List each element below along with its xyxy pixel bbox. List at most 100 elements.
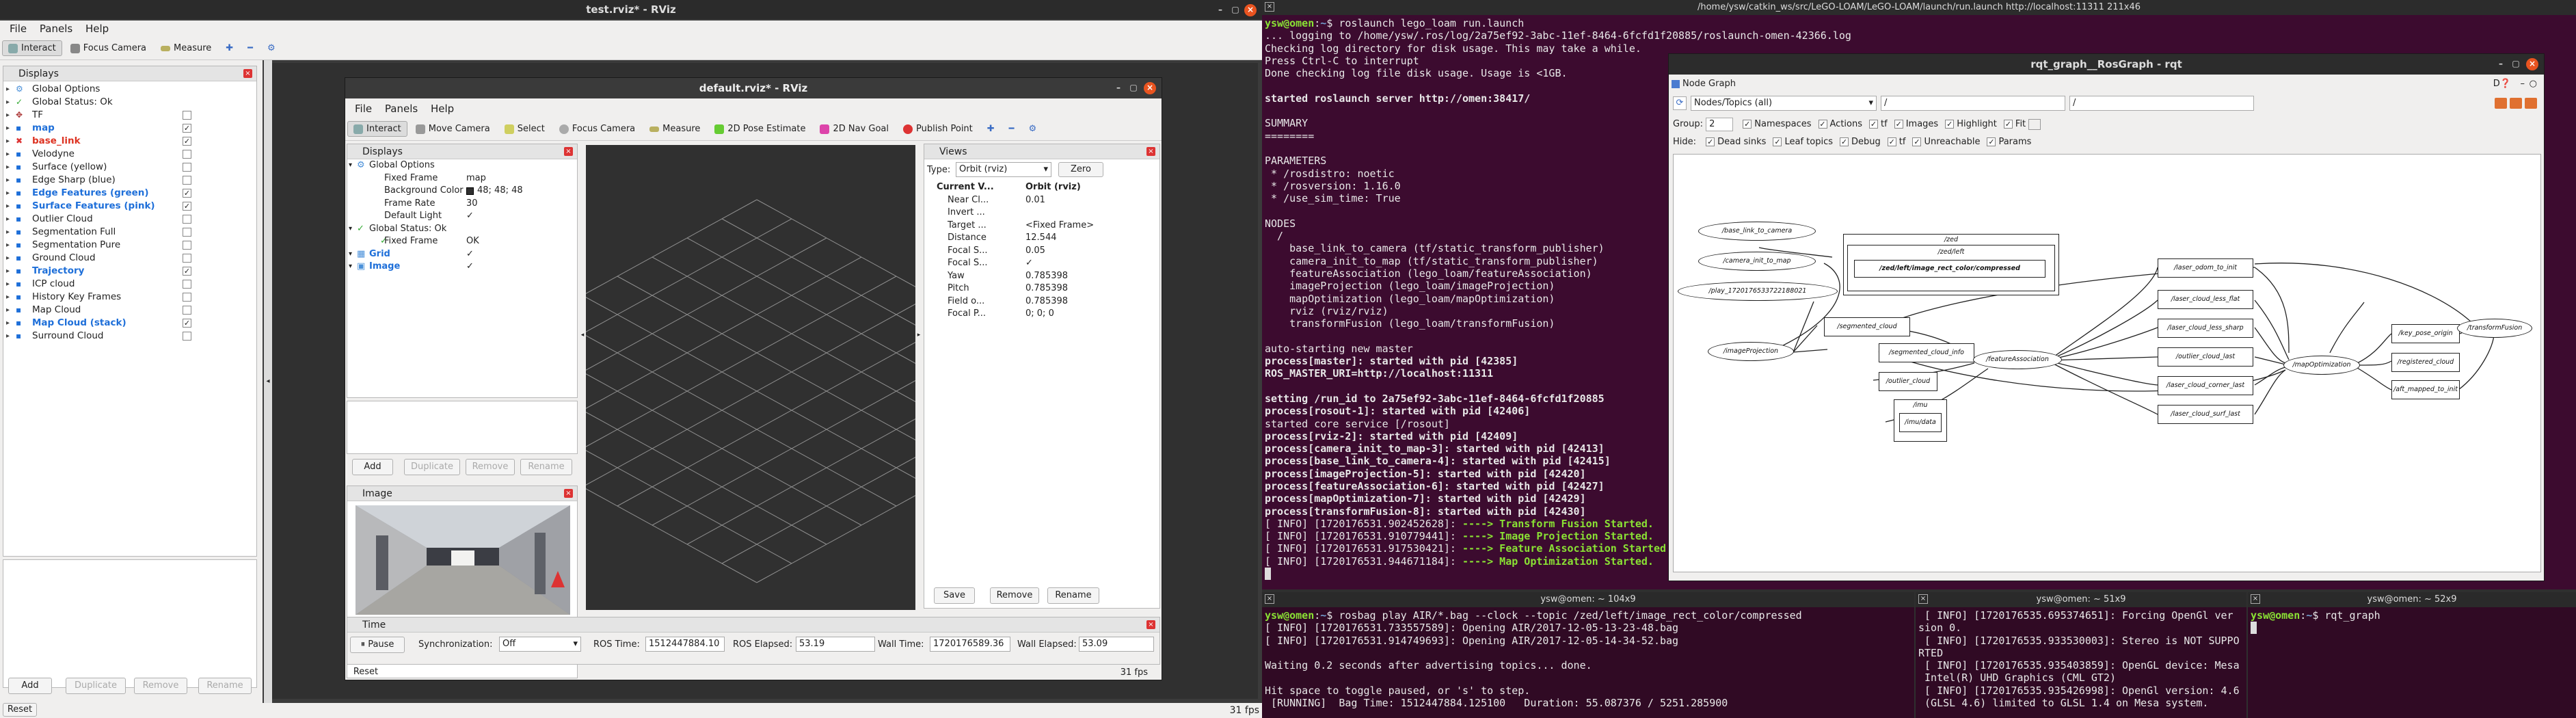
option-checkbox[interactable]: ✓ Leaf topics [1773, 137, 1833, 147]
inner-display-value[interactable]: 48; 48; 48 [477, 185, 523, 198]
expand-arrow-icon[interactable]: ▸ [6, 161, 10, 174]
menu-file[interactable]: File [10, 23, 27, 35]
inner-focus-camera-button[interactable]: Focus Camera [553, 121, 641, 137]
inner-reset-button[interactable]: Reset [348, 666, 384, 680]
rqt-graph-close-icon[interactable]: × [2251, 594, 2260, 604]
zero-button[interactable]: Zero [1058, 162, 1103, 177]
inner-display-value[interactable]: ✓ [466, 261, 474, 274]
rosbag-close-icon[interactable]: × [1265, 594, 1274, 604]
option-checkbox[interactable]: ✓ Actions [1818, 119, 1862, 129]
expand-arrow-icon[interactable]: ▸ [6, 109, 10, 122]
display-item[interactable]: ▸ ▪ Segmentation Full [3, 226, 256, 239]
node-map-optimization[interactable]: /mapOptimization [2283, 356, 2360, 375]
display-enable-checkbox[interactable] [183, 111, 191, 120]
views-remove-button[interactable]: Remove [990, 587, 1039, 604]
inner-display-value[interactable]: OK [466, 235, 479, 248]
node-base-link-to-camera[interactable]: /base_link_to_camera [1698, 222, 1816, 241]
inner-display-value[interactable]: ✓ [466, 210, 474, 223]
inner-tool-settings-button[interactable]: ⚙ [1023, 121, 1043, 137]
topic-key-pose-origin[interactable]: /key_pose_origin [2391, 324, 2460, 343]
topic-segmented-cloud-info[interactable]: /segmented_cloud_info [1879, 343, 1974, 362]
checkbox-icon[interactable]: ✓ [1840, 137, 1849, 146]
fit-view-icon[interactable] [2028, 118, 2041, 130]
topic-laser-cloud-surf-last[interactable]: /laser_cloud_surf_last [2158, 405, 2253, 424]
inner-menu-help[interactable]: Help [431, 103, 454, 115]
nav-goal-button[interactable]: 2D Nav Goal [814, 121, 895, 137]
refresh-icon[interactable]: ⟳ [1673, 96, 1687, 110]
views-type-select[interactable]: Orbit (rviz) ▾ [956, 162, 1051, 177]
option-checkbox[interactable]: ✓ Unreachable [1912, 137, 1980, 147]
display-enable-checkbox[interactable]: ✓ [183, 124, 191, 133]
terminal-rosbag[interactable]: ysw@omen: ~ 104x9 × ysw@omen:~$ rosbag pl… [1262, 592, 1914, 718]
inner-add-button[interactable]: Add [352, 459, 393, 475]
expand-arrow-icon[interactable]: ▸ [6, 291, 10, 304]
terminal-rqt-log[interactable]: ysw@omen: ~ 51x9 × [ INFO] [1720176535.69… [1916, 592, 2246, 718]
inner-titlebar[interactable]: default.rviz* - RViz – ▢ × [345, 78, 1162, 98]
rqt-minimize-icon[interactable]: – [2495, 58, 2507, 70]
main-terminal-titlebar[interactable]: /home/ysw/catkin_ws/src/LeGO-LOAM/LeGO-L… [1262, 0, 2576, 15]
topic-outlier-cloud-last[interactable]: /outlier_cloud_last [2158, 347, 2253, 367]
views-property-row[interactable]: Current V... Orbit (rviz) [924, 181, 1159, 194]
views-property-value[interactable]: ✓ [1025, 257, 1033, 270]
inner-menu-panels[interactable]: Panels [385, 103, 418, 115]
rviz-main-titlebar[interactable]: test.rviz* - RViz – ▢ × [0, 0, 1262, 19]
expand-arrow-icon[interactable]: ▸ [6, 226, 10, 239]
menu-panels[interactable]: Panels [40, 23, 72, 35]
inner-measure-button[interactable]: Measure [643, 121, 706, 137]
display-enable-checkbox[interactable]: ✓ [183, 319, 191, 328]
expand-arrow-icon[interactable]: ▾ [349, 261, 352, 274]
inner-display-value[interactable]: 30 [466, 198, 478, 211]
checkbox-icon[interactable]: ✓ [1987, 137, 1996, 146]
display-enable-checkbox[interactable] [183, 150, 191, 159]
inner-duplicate-button[interactable]: Duplicate [404, 459, 460, 475]
option-checkbox[interactable]: ✓ Highlight [1945, 119, 1997, 129]
option-checkbox[interactable]: ✓ Fit [2003, 119, 2026, 129]
topic-outlier-cloud[interactable]: /outlier_cloud [1879, 372, 1937, 391]
tool-settings-button[interactable]: ⚙ [261, 40, 282, 56]
topic-registered-cloud[interactable]: /registered_cloud [2391, 353, 2460, 372]
publish-point-button[interactable]: Publish Point [897, 121, 979, 137]
views-property-row[interactable]: Distance 12.544 [924, 232, 1159, 245]
minimize-icon[interactable]: – [1214, 4, 1226, 16]
views-property-value[interactable]: 0.785398 [1025, 282, 1068, 295]
color-swatch[interactable] [466, 187, 474, 195]
display-item[interactable]: ▸ ▪ Ground Cloud [3, 252, 256, 265]
inner-display-row[interactable]: ▾ ▦ Grid ✓ [347, 248, 577, 261]
close-panel-icon[interactable]: × [243, 69, 252, 78]
views-property-value[interactable]: 0.785398 [1025, 270, 1068, 283]
image-panel-close-icon[interactable]: × [564, 489, 573, 498]
rename-display-button[interactable]: Rename [198, 678, 252, 694]
views-close-icon[interactable]: × [1146, 147, 1155, 156]
display-enable-checkbox[interactable] [183, 163, 191, 172]
topic-imu-data[interactable]: /imu/data [1899, 413, 1942, 432]
option-checkbox[interactable]: ✓ Namespaces [1743, 119, 1812, 129]
plugin-help-icon[interactable]: D❓ [2493, 77, 2511, 91]
expand-arrow-icon[interactable]: ▸ [6, 122, 10, 135]
topic-laser-cloud-less-flat[interactable]: /laser_cloud_less_flat [2158, 290, 2253, 309]
expand-arrow-icon[interactable]: ▸ [6, 148, 10, 161]
topic-aft-mapped-to-init[interactable]: /aft_mapped_to_init [2391, 380, 2460, 399]
interact-button[interactable]: Interact [2, 40, 62, 56]
display-item[interactable]: ▸ ▪ Outlier Cloud [3, 213, 256, 226]
display-item[interactable]: ▸ ▪ Surround Cloud [3, 330, 256, 343]
topic-zed-left-compressed[interactable]: /zed/left/image_rect_color/compressed [1854, 260, 2045, 278]
save-dot-icon[interactable] [2510, 98, 2522, 109]
rqt-log-close-icon[interactable]: × [1918, 594, 1928, 604]
display-item[interactable]: ▸ ✓ Global Status: Ok [3, 96, 256, 109]
display-enable-checkbox[interactable]: ✓ [183, 189, 191, 198]
checkbox-icon[interactable]: ✓ [1869, 120, 1879, 129]
rqt-titlebar[interactable]: rqt_graph__RosGraph - rqt – ▢ × [1669, 54, 2544, 75]
display-item[interactable]: ▸ ✖ base_link ✓ [3, 135, 256, 148]
views-property-value[interactable]: <Fixed Frame> [1025, 220, 1094, 232]
display-enable-checkbox[interactable]: ✓ [183, 267, 191, 276]
node-image-projection[interactable]: /imageProjection [1708, 342, 1794, 361]
measure-button[interactable]: Measure [155, 40, 217, 56]
pause-button[interactable]: ⏸ Pause [350, 637, 405, 653]
views-property-value[interactable]: Orbit (rviz) [1025, 181, 1081, 194]
views-property-row[interactable]: Focal S... ✓ [924, 257, 1159, 270]
expand-arrow-icon[interactable]: ▸ [6, 317, 10, 330]
checkbox-icon[interactable]: ✓ [1706, 137, 1715, 146]
views-rename-button[interactable]: Rename [1047, 587, 1099, 604]
expand-arrow-icon[interactable]: ▸ [6, 135, 10, 148]
menu-help[interactable]: Help [85, 23, 109, 35]
